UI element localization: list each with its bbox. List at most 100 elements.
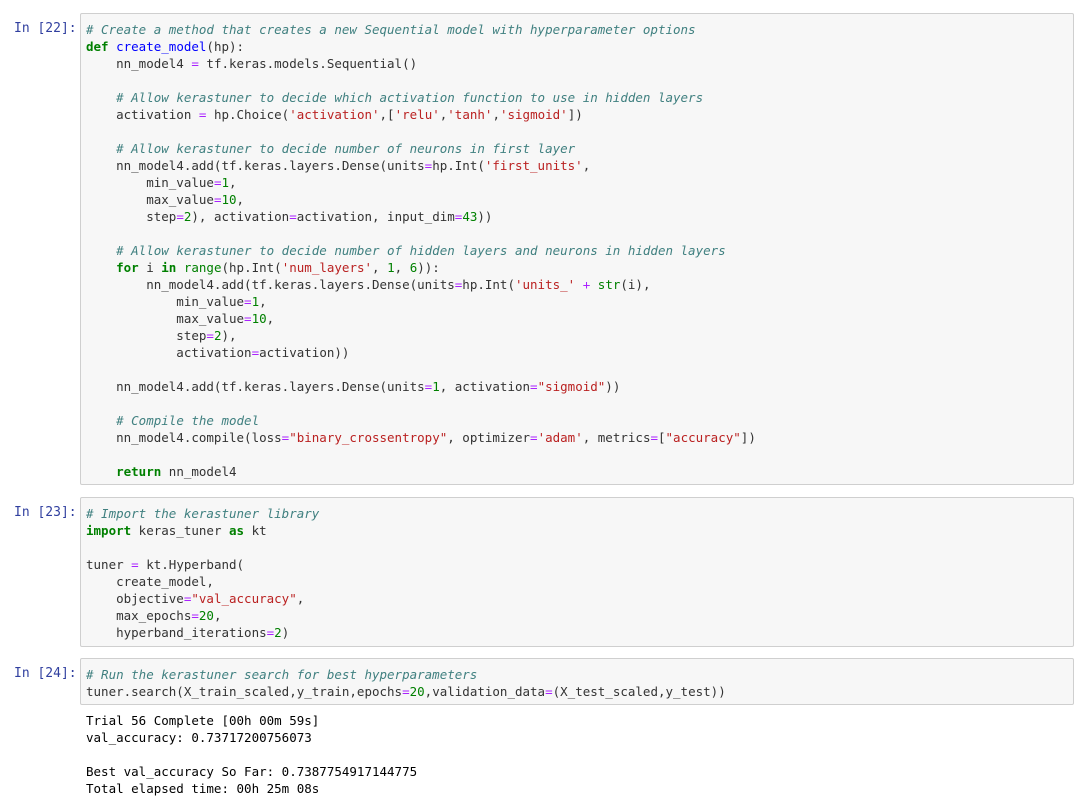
- code-editor[interactable]: # Run the kerastuner search for best hyp…: [81, 666, 1073, 700]
- code-token: =: [402, 684, 410, 699]
- code-token: 20: [198, 608, 214, 623]
- code-token: (X_test_scaled,y_test)): [552, 684, 726, 699]
- code-token: i: [138, 260, 162, 275]
- code-cell-input[interactable]: # Run the kerastuner search for best hyp…: [80, 658, 1074, 705]
- code-token: )):: [417, 260, 440, 275]
- code-token: "sigmoid": [537, 379, 606, 394]
- code-token: hp.Int(: [432, 158, 485, 173]
- code-line: step=2),: [86, 328, 236, 343]
- code-line: return nn_model4: [86, 464, 236, 479]
- code-token: ,validation_data: [424, 684, 546, 699]
- code-line: import keras_tuner as kt: [86, 523, 267, 538]
- code-token: in: [161, 260, 177, 275]
- code-cell-input[interactable]: # Create a method that creates a new Seq…: [80, 13, 1074, 485]
- code-token: def: [86, 39, 109, 54]
- code-editor[interactable]: # Import the kerastuner library import k…: [81, 505, 1073, 641]
- code-token: activation)): [259, 345, 350, 360]
- code-line: def create_model(hp):: [86, 39, 244, 54]
- code-token: create_model: [116, 39, 207, 54]
- code-token: 2: [274, 625, 282, 640]
- code-token: 20: [409, 684, 425, 699]
- code-token: # Import the kerastuner library: [86, 506, 320, 521]
- code-token: [: [658, 430, 666, 445]
- code-editor[interactable]: # Create a method that creates a new Seq…: [81, 21, 1073, 480]
- code-token: , optimizer: [447, 430, 531, 445]
- code-line: nn_model4 = tf.keras.models.Sequential(): [86, 56, 417, 71]
- code-token: "accuracy": [665, 430, 741, 445]
- output-line: Trial 56 Complete [00h 00m 59s]: [86, 713, 320, 728]
- code-token: nn_model4: [86, 56, 192, 71]
- code-token: 43: [462, 209, 478, 224]
- code-token: ,: [236, 192, 245, 207]
- code-line: objective="val_accuracy",: [86, 591, 304, 606]
- code-token: =: [191, 608, 199, 623]
- code-token: =: [650, 430, 658, 445]
- cell-output: Trial 56 Complete [00h 00m 59s] val_accu…: [80, 712, 417, 797]
- code-line: tuner.search(X_train_scaled,y_train,epoc…: [86, 684, 726, 699]
- code-token: =: [131, 557, 139, 572]
- code-line: nn_model4.add(tf.keras.layers.Dense(unit…: [86, 158, 590, 173]
- code-line: tuner = kt.Hyperband(: [86, 557, 244, 572]
- code-cell-input[interactable]: # Import the kerastuner library import k…: [80, 497, 1074, 647]
- code-token: objective: [86, 591, 184, 606]
- code-token: hyperband_iterations: [86, 625, 267, 640]
- code-token: ,: [213, 608, 222, 623]
- code-token: activation: [86, 107, 199, 122]
- code-token: =: [244, 311, 252, 326]
- code-token: ), activation: [191, 209, 290, 224]
- code-token: min_value: [86, 175, 214, 190]
- code-line: nn_model4.add(tf.keras.layers.Dense(unit…: [86, 379, 620, 394]
- code-token: 1: [251, 294, 260, 309]
- code-token: for: [116, 260, 139, 275]
- code-token: ,: [259, 294, 267, 309]
- code-token: =: [545, 684, 553, 699]
- code-token: # Create a method that creates a new Seq…: [86, 22, 696, 37]
- code-token: step: [86, 328, 207, 343]
- code-token: # Compile the model: [116, 413, 260, 428]
- code-token: # Allow kerastuner to decide which activ…: [116, 90, 704, 105]
- code-token: activation: [86, 345, 252, 360]
- cell-prompt: In [23]:: [14, 505, 77, 520]
- code-token: nn_model4.add(tf.keras.layers.Dense(unit…: [86, 379, 425, 394]
- code-token: =: [530, 379, 538, 394]
- code-line: nn_model4.compile(loss = "binary_crossentr…: [86, 430, 756, 445]
- code-token: as: [229, 523, 245, 538]
- code-token: nn_model4.compile(loss: [86, 430, 282, 445]
- code-line: min_value=1,: [86, 294, 267, 309]
- code-line: # Import the kerastuner library: [86, 506, 319, 521]
- code-token: )): [477, 209, 493, 224]
- code-token: hp.Choice(: [206, 107, 290, 122]
- code-token: max_epochs: [86, 608, 192, 623]
- code-token: nn_model4.add(tf.keras.layers.Dense(unit…: [86, 277, 455, 292]
- code-token: ,: [266, 311, 275, 326]
- code-line: nn_model4.add(tf.keras.layers.Dense(unit…: [86, 277, 650, 292]
- code-token: return: [116, 464, 162, 479]
- code-token: str: [597, 277, 621, 292]
- code-token: tuner.search(X_train_scaled,y_train,epoc…: [86, 684, 403, 699]
- code-token: 10: [221, 192, 237, 207]
- code-token: 'first_units': [484, 158, 583, 173]
- code-token: 'sigmoid': [499, 107, 568, 122]
- code-token: (hp):: [206, 39, 245, 54]
- code-token: # Allow kerastuner to decide number of n…: [116, 141, 576, 156]
- code-token: 1: [387, 260, 395, 275]
- code-token: ,: [372, 260, 388, 275]
- code-token: =: [206, 328, 214, 343]
- code-token: ]): [740, 430, 756, 445]
- code-token: =: [530, 430, 538, 445]
- code-line: activation=activation)): [86, 345, 349, 360]
- code-line: create_model,: [86, 574, 214, 589]
- code-line: activation = hp.Choice('activation',['re…: [86, 107, 583, 122]
- code-token: tuner: [86, 557, 132, 572]
- code-token: # Allow kerastuner to decide number of h…: [116, 243, 726, 258]
- code-token: =: [289, 209, 297, 224]
- code-token: range: [183, 260, 222, 275]
- cell-prompt: In [22]:: [14, 21, 77, 36]
- code-token: step: [86, 209, 177, 224]
